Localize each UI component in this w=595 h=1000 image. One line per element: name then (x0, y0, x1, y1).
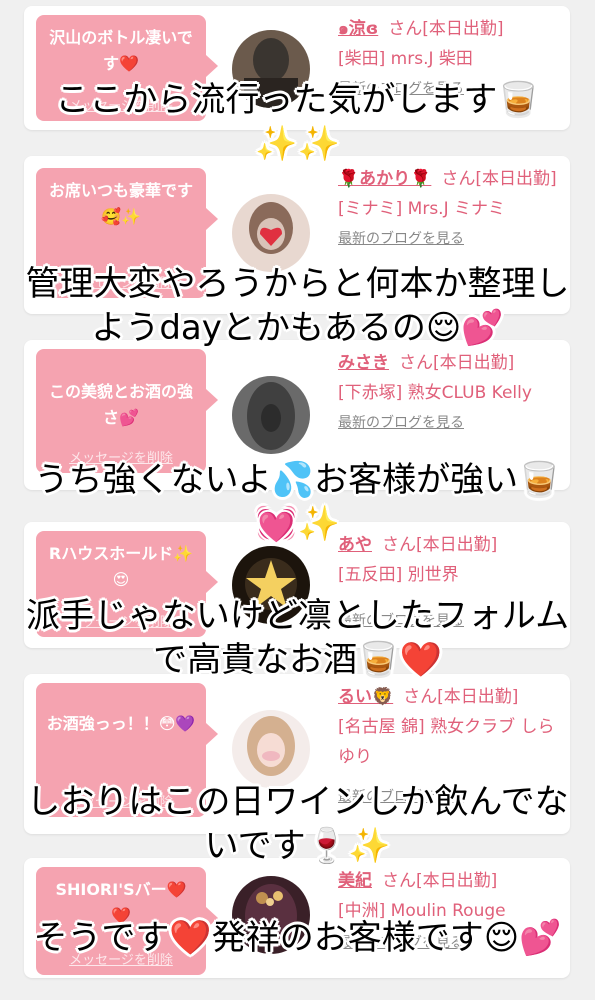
message-text: Rハウスホールド✨😍 (48, 544, 194, 589)
shop-text: [五反田] 別世界 (338, 565, 459, 585)
caption-overlay: そうです❤️発祥のお客様です😌💕 (33, 918, 562, 958)
blog-link[interactable]: 最新のブログを見る (338, 228, 564, 250)
message-text: お酒強っっ！！😳💜 (46, 714, 196, 733)
message-text: 沢山のボトル凄いです❤️ (49, 28, 193, 73)
shop-text: [下赤塚] 熟女CLUB Kelly (338, 383, 532, 403)
cast-info: みさき さん[本日出勤] [下赤塚] 熟女CLUB Kelly 最新のブログを見る (338, 348, 564, 434)
cast-name-link[interactable]: るい🦁 (338, 687, 393, 707)
caption-overlay: 管理大変やろうからと何本か整理しようdayとかもあるの😌💕 (25, 264, 570, 348)
shop-text: [名古屋 錦] 熟女クラブ しらゆり (338, 717, 555, 767)
cast-name-link[interactable]: 美紀 (338, 871, 372, 891)
message-bubble: この美貌とお酒の強さ💕 メッセージを削除 (36, 349, 218, 473)
status-text: さん[本日出勤] (399, 353, 515, 373)
caption-overlay: しおりはこの日ワインしか飲んでないです🍷✨ (26, 782, 569, 866)
cast-name-link[interactable]: みさき (338, 353, 389, 373)
shop-text: [柴田] mrs.J 柴田 (338, 49, 473, 69)
avatar[interactable] (232, 194, 310, 272)
status-text: さん[本日出勤] (382, 871, 498, 891)
shop-text: [ミナミ] Mrs.J ミナミ (338, 199, 506, 219)
avatar[interactable] (232, 376, 310, 454)
caption-overlay: 派手じゃないけど凛としたフォルムで高貴なお酒🥃❤️ (25, 596, 570, 680)
status-text: さん[本日出勤] (388, 19, 504, 39)
message-text: この美貌とお酒の強さ💕 (48, 382, 193, 427)
message-text: お席いつも豪華です🥰✨ (48, 181, 193, 226)
caption-overlay: うち強くないよ💦お客様が強い🥃💓✨ (34, 460, 561, 544)
cast-info: 🌹あかり🌹 さん[本日出勤] [ミナミ] Mrs.J ミナミ 最新のブログを見る (338, 164, 564, 250)
cast-name-link[interactable]: ๑涼ɞ (338, 19, 378, 39)
avatar[interactable] (232, 710, 310, 788)
status-text: さん[本日出勤] (441, 169, 557, 189)
status-text: さん[本日出勤] (403, 687, 519, 707)
cast-name-link[interactable]: 🌹あかり🌹 (338, 169, 431, 189)
blog-link[interactable]: 最新のブログを見る (338, 412, 564, 434)
caption-overlay: ここから流行った気がします🥃✨✨ (55, 80, 540, 164)
